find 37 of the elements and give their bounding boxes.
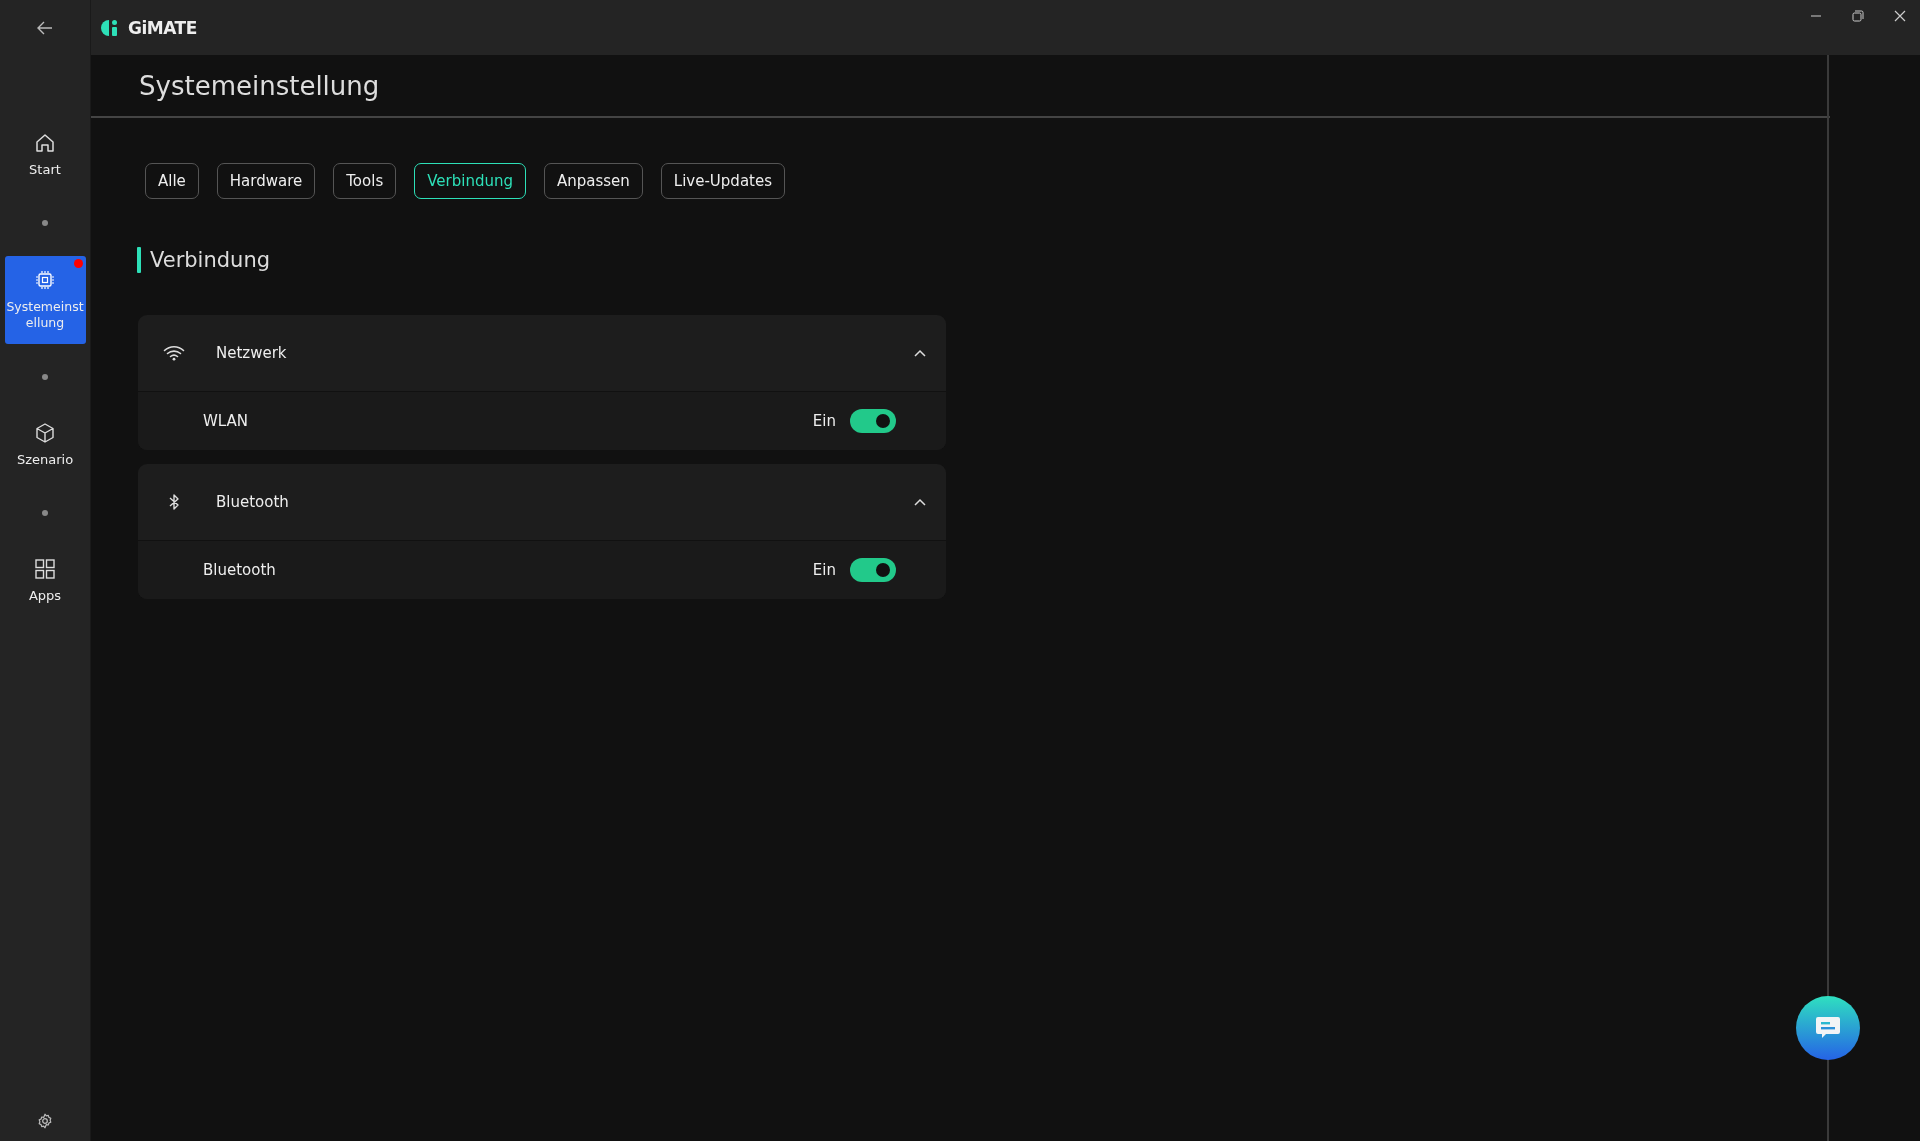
bluetooth-icon (168, 493, 180, 511)
filter-tab[interactable]: Alle (145, 163, 199, 199)
close-icon[interactable] (1894, 10, 1906, 22)
grid-icon (34, 558, 56, 580)
app-name: GiMATE (128, 17, 197, 38)
chevron-up-icon[interactable] (914, 498, 926, 506)
restore-icon[interactable] (1852, 10, 1864, 22)
home-icon (34, 132, 56, 154)
wifi-icon (163, 345, 185, 361)
toggle-state-label: Ein (812, 412, 836, 430)
separator-dot (42, 510, 48, 516)
sidebar-item[interactable]: Apps (4, 546, 86, 616)
page-title: Systemeinstellung (138, 70, 381, 103)
filter-tab[interactable]: Verbindung (414, 163, 526, 199)
accent-bar (137, 247, 141, 273)
toggle-switch[interactable] (850, 409, 896, 433)
filter-tab[interactable]: Hardware (216, 163, 316, 199)
setting-label: WLAN (202, 412, 249, 430)
section-title: Verbindung (150, 248, 271, 272)
logo-icon (100, 17, 120, 38)
chevron-up-icon[interactable] (914, 349, 926, 357)
sidebar-item[interactable]: Systemeinst ellung (4, 256, 86, 344)
settings-icon[interactable] (37, 1113, 53, 1129)
group-title: Bluetooth (215, 493, 290, 511)
toggle-state-label: Ein (812, 561, 836, 579)
group-title: Netzwerk (215, 344, 288, 362)
separator-dot (42, 374, 48, 380)
cube-icon (34, 422, 56, 444)
setting-label: Bluetooth (202, 561, 277, 579)
filter-tab[interactable]: Tools (333, 163, 397, 199)
separator-dot (42, 220, 48, 226)
filter-tab[interactable]: Live-Updates (660, 163, 785, 199)
toggle-switch[interactable] (850, 558, 896, 582)
chip-icon (34, 269, 56, 291)
sidebar-item[interactable]: Szenario (4, 410, 86, 480)
filter-tab[interactable]: Anpassen (543, 163, 643, 199)
sidebar-item[interactable]: Start (4, 120, 86, 190)
